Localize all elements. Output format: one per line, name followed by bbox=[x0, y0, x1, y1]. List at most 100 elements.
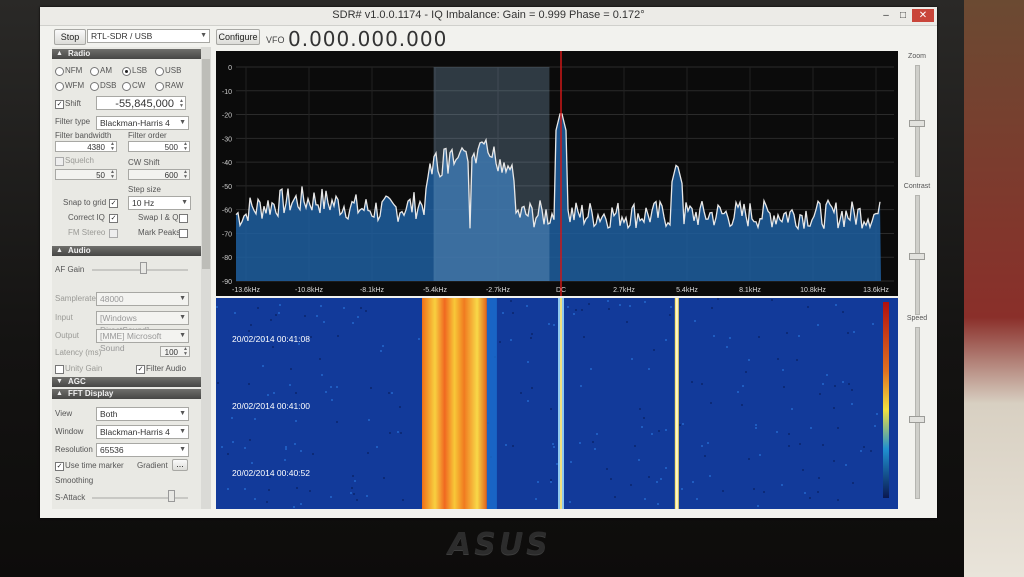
filter-audio-checkbox[interactable]: ✓ bbox=[136, 365, 145, 374]
latency-value: 100 bbox=[164, 348, 178, 357]
waterfall-display[interactable]: 20/02/2014 00:41:08 20/02/2014 00:41:00 20… bbox=[216, 298, 898, 509]
audio-section-header[interactable]: ▲ Audio bbox=[52, 246, 210, 256]
waterfall-noise bbox=[285, 448, 287, 450]
waterfall-noise bbox=[569, 501, 571, 503]
view-select[interactable]: Both ▼ bbox=[96, 407, 189, 421]
gradient-button[interactable]: ... bbox=[172, 459, 188, 471]
waterfall-noise bbox=[696, 498, 698, 500]
expand-icon: ▼ bbox=[56, 378, 63, 385]
mode-dsb-radio[interactable] bbox=[90, 82, 99, 91]
waterfall-noise bbox=[382, 345, 384, 347]
resolution-select[interactable]: 65536 ▼ bbox=[96, 443, 189, 457]
waterfall-noise bbox=[658, 430, 660, 432]
radio-section-header[interactable]: ▲ Radio bbox=[52, 49, 210, 59]
waterfall-noise bbox=[783, 386, 785, 388]
waterfall-noise bbox=[356, 499, 358, 501]
waterfall-plot[interactable]: 20/02/2014 00:41:08 20/02/2014 00:41:00 20… bbox=[216, 298, 898, 509]
radio-header-label: Radio bbox=[68, 49, 91, 58]
configure-button[interactable]: Configure bbox=[216, 29, 260, 45]
chevron-down-icon: ▼ bbox=[181, 199, 188, 206]
spectrum-plot[interactable]: 0 -10 -20 -30 -40 -50 -60 -70 -80 -90-13.6kHz -10.… bbox=[216, 51, 898, 296]
maximize-button[interactable]: □ bbox=[895, 9, 911, 22]
y-tick-label: -60 bbox=[222, 208, 232, 215]
waterfall-noise bbox=[550, 481, 552, 483]
correct-iq-checkbox[interactable]: ✓ bbox=[109, 214, 118, 223]
snap-to-grid-checkbox[interactable]: ✓ bbox=[109, 199, 118, 208]
mark-peaks-checkbox[interactable] bbox=[179, 229, 188, 238]
filter-order-input[interactable]: 500 ▲ ▼ bbox=[128, 141, 190, 152]
waterfall-noise bbox=[701, 383, 703, 385]
mode-wfm-radio[interactable] bbox=[55, 82, 64, 91]
spectrum-analyzer[interactable]: 0 -10 -20 -30 -40 -50 -60 -70 -80 -90 -13.6kHz -10.… bbox=[216, 51, 898, 296]
af-gain-slider[interactable] bbox=[140, 262, 147, 274]
waterfall-noise bbox=[526, 305, 528, 307]
samplerate-value: 48000 bbox=[100, 294, 124, 304]
waterfall-noise bbox=[802, 469, 804, 471]
window-select[interactable]: Blackman-Harris 4 ▼ bbox=[96, 425, 189, 439]
time-marker-checkbox[interactable]: ✓ bbox=[55, 462, 64, 471]
unity-gain-checkbox[interactable] bbox=[55, 365, 64, 374]
mode-cw-radio[interactable] bbox=[122, 82, 131, 91]
samplerate-select[interactable]: 48000 ▼ bbox=[96, 292, 189, 306]
waterfall-noise bbox=[851, 403, 853, 405]
vfo-frequency-display[interactable]: 0.000.000.000 bbox=[288, 27, 447, 51]
waterfall-noise bbox=[691, 381, 693, 383]
shift-input[interactable]: -55,845,000 ▲ ▼ bbox=[96, 96, 186, 110]
y-tick-label: -50 bbox=[222, 184, 232, 191]
mode-usb-radio[interactable] bbox=[155, 67, 164, 76]
latency-input[interactable]: 100 ▲ ▼ bbox=[160, 346, 190, 357]
squelch-checkbox[interactable] bbox=[55, 157, 64, 166]
fm-stereo-checkbox[interactable] bbox=[109, 229, 118, 238]
waterfall-noise bbox=[796, 359, 798, 361]
waterfall-noise bbox=[607, 300, 609, 302]
agc-section-header[interactable]: ▼ AGC bbox=[52, 377, 210, 387]
filter-bandwidth-value: 4380 bbox=[87, 143, 105, 152]
output-label: Output bbox=[55, 331, 80, 340]
swap-iq-checkbox[interactable] bbox=[179, 214, 188, 223]
waterfall-noise bbox=[648, 476, 650, 478]
mode-am-radio[interactable] bbox=[90, 67, 99, 76]
x-tick-label: -8.1kHz bbox=[360, 287, 385, 294]
panel-scrollbar[interactable] bbox=[201, 47, 211, 509]
contrast-slider[interactable] bbox=[909, 253, 925, 260]
s-attack-slider[interactable] bbox=[168, 490, 175, 502]
waterfall-noise bbox=[388, 392, 390, 394]
zoom-label: Zoom bbox=[908, 53, 926, 60]
stop-button[interactable]: Stop bbox=[54, 29, 86, 45]
squelch-input[interactable]: 50 ▲ ▼ bbox=[55, 169, 117, 180]
mode-nfm-radio[interactable] bbox=[55, 67, 64, 76]
spinner-icon: ▲ ▼ bbox=[179, 98, 184, 109]
waterfall-timestamp: 20/02/2014 00:40:52 bbox=[232, 468, 310, 478]
speed-track[interactable] bbox=[915, 327, 920, 499]
output-select[interactable]: [MME] Microsoft Sound ▼ bbox=[96, 329, 189, 353]
close-button[interactable]: ✕ bbox=[912, 9, 934, 22]
device-select[interactable]: RTL-SDR / USB ▼ bbox=[87, 29, 210, 43]
step-size-select[interactable]: 10 Hz ▼ bbox=[128, 196, 191, 210]
filter-type-select[interactable]: Blackman-Harris 4 ▼ bbox=[96, 116, 189, 130]
waterfall-noise bbox=[284, 459, 286, 461]
filter-bandwidth-input[interactable]: 4380 ▲ ▼ bbox=[55, 141, 117, 152]
waterfall-noise bbox=[296, 487, 298, 489]
mode-raw-radio[interactable] bbox=[155, 82, 164, 91]
spinner-icon: ▲ ▼ bbox=[183, 141, 188, 152]
shift-checkbox[interactable]: ✓ bbox=[55, 100, 64, 109]
waterfall-dc-core bbox=[560, 298, 562, 509]
mode-lsb-radio[interactable] bbox=[122, 67, 131, 76]
waterfall-noise bbox=[644, 498, 646, 500]
fft-display-section-header[interactable]: ▲ FFT Display bbox=[52, 389, 210, 399]
y-tick-label: -90 bbox=[222, 279, 232, 286]
waterfall-noise bbox=[810, 427, 812, 429]
input-select[interactable]: [Windows DirectSound]▼ bbox=[96, 311, 189, 335]
scrollbar-thumb[interactable] bbox=[202, 59, 210, 269]
minimize-button[interactable]: – bbox=[878, 9, 894, 22]
filter-order-label: Filter order bbox=[128, 131, 167, 140]
speed-slider[interactable] bbox=[909, 416, 925, 423]
waterfall-noise bbox=[651, 433, 653, 435]
cw-shift-input[interactable]: 600 ▲ ▼ bbox=[128, 169, 190, 180]
waterfall-noise bbox=[270, 319, 272, 321]
zoom-slider[interactable] bbox=[909, 120, 925, 127]
waterfall-noise bbox=[510, 339, 512, 341]
waterfall-noise bbox=[352, 475, 354, 477]
waterfall-noise bbox=[300, 450, 302, 452]
chevron-down-icon: ▼ bbox=[200, 32, 207, 39]
